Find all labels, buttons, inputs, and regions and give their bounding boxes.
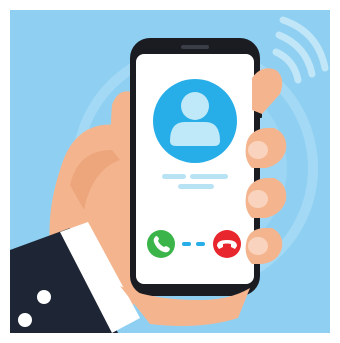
fingernail-3 [248,190,268,208]
avatar-icon [153,79,237,163]
decline-call-button[interactable] [213,230,241,258]
phone-speaker [181,45,209,49]
incoming-call-illustration [10,10,330,333]
fingernail-2 [248,141,268,159]
sleeve-button-1 [37,290,51,304]
fingernail-4 [248,237,268,255]
sleeve-button-2 [18,313,32,327]
accept-call-button[interactable] [147,230,175,258]
